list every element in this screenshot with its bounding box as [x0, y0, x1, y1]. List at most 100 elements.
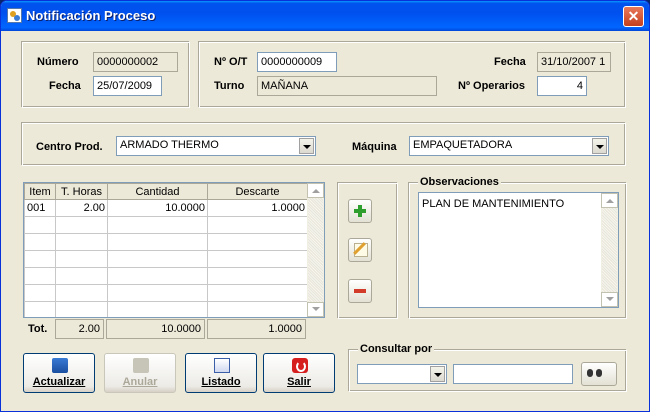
ot-field[interactable]: 0000000009	[257, 52, 337, 72]
col-horas[interactable]: T. Horas	[55, 183, 108, 200]
centro-label: Centro Prod.	[36, 141, 103, 153]
cell-horas[interactable]: 2.00	[55, 199, 108, 217]
client-area: Número 0000000002 Fecha 25/07/2009 Nº O/…	[4, 31, 646, 409]
anular-button: Anular	[104, 353, 176, 393]
scroll-up-icon[interactable]	[601, 193, 618, 208]
turno-field: MAÑANA	[257, 76, 437, 96]
table-cell[interactable]	[55, 233, 108, 251]
consultar-search-input[interactable]	[453, 364, 573, 384]
close-button[interactable]: ✕	[623, 6, 644, 27]
chevron-down-icon[interactable]	[430, 366, 445, 382]
grid-scrollbar[interactable]	[307, 183, 324, 317]
chevron-down-icon[interactable]	[592, 138, 607, 154]
cell-cantidad[interactable]: 10.0000	[107, 199, 208, 217]
salir-button[interactable]: Salir	[263, 353, 335, 393]
total-descarte: 1.0000	[207, 319, 306, 339]
table-cell[interactable]	[55, 284, 108, 302]
centro-value: ARMADO THERMO	[120, 139, 219, 151]
table-cell[interactable]	[24, 216, 56, 234]
col-cantidad[interactable]: Cantidad	[107, 183, 208, 200]
print-list-icon	[214, 358, 230, 373]
table-row[interactable]	[24, 250, 308, 268]
listado-label: Listado	[201, 376, 241, 388]
table-cell[interactable]	[107, 267, 208, 285]
table-row[interactable]	[24, 267, 308, 285]
chevron-down-icon[interactable]	[299, 138, 314, 154]
table-cell[interactable]	[207, 301, 308, 317]
table-cell[interactable]	[24, 267, 56, 285]
table-cell[interactable]	[24, 284, 56, 302]
cell-item[interactable]: 001	[24, 199, 56, 217]
table-cell[interactable]	[55, 216, 108, 234]
col-descarte[interactable]: Descarte	[207, 183, 308, 200]
table-cell[interactable]	[107, 284, 208, 302]
actualizar-label: Actualizar	[32, 376, 86, 388]
title-bar: Notificación Proceso ✕	[1, 1, 649, 31]
table-cell[interactable]	[107, 216, 208, 234]
table-cell[interactable]	[24, 233, 56, 251]
centro-combo[interactable]: ARMADO THERMO	[116, 136, 316, 156]
detalle-grid[interactable]: Item T. Horas Cantidad Descarte 001 2.00…	[23, 182, 325, 318]
salir-label: Salir	[287, 376, 311, 388]
fecha2-field: 31/10/2007 1	[537, 52, 611, 72]
table-row[interactable]	[24, 301, 308, 317]
table-cell[interactable]	[207, 284, 308, 302]
operarios-field[interactable]: 4	[537, 76, 587, 96]
observaciones-text: PLAN DE MANTENIMIENTO	[422, 198, 565, 210]
operarios-label: Nº Operarios	[458, 80, 525, 92]
cell-descarte[interactable]: 1.0000	[207, 199, 308, 217]
observaciones-textarea[interactable]: PLAN DE MANTENIMIENTO	[418, 192, 619, 308]
maquina-combo[interactable]: EMPAQUETADORA	[409, 136, 609, 156]
table-cell[interactable]	[207, 233, 308, 251]
search-binoculars-button[interactable]	[581, 362, 617, 386]
listado-button[interactable]: Listado	[185, 353, 257, 393]
scroll-down-icon[interactable]	[601, 292, 618, 307]
table-cell[interactable]	[107, 301, 208, 317]
fecha-label: Fecha	[49, 80, 81, 92]
delete-row-button[interactable]	[348, 279, 372, 303]
fecha-field[interactable]: 25/07/2009	[93, 76, 162, 96]
col-item[interactable]: Item	[24, 183, 56, 200]
numero-field: 0000000002	[93, 52, 178, 72]
edit-row-button[interactable]	[348, 238, 372, 262]
table-cell[interactable]	[55, 301, 108, 317]
table-row[interactable]: 001 2.00 10.0000 1.0000	[24, 199, 308, 217]
scroll-down-icon[interactable]	[307, 302, 324, 317]
observaciones-title: Observaciones	[418, 176, 501, 188]
table-row[interactable]	[24, 216, 308, 234]
scroll-track[interactable]	[602, 208, 617, 292]
window-title: Notificación Proceso	[26, 8, 156, 23]
table-cell[interactable]	[55, 250, 108, 268]
add-row-button[interactable]	[348, 199, 372, 223]
table-row[interactable]	[24, 284, 308, 302]
table-cell[interactable]	[55, 267, 108, 285]
consultar-title: Consultar por	[358, 343, 435, 355]
table-cell[interactable]	[24, 301, 56, 317]
anular-label: Anular	[122, 376, 158, 388]
notificacion-window: Notificación Proceso ✕ Número 0000000002…	[0, 0, 650, 412]
table-cell[interactable]	[24, 250, 56, 268]
annul-icon	[133, 358, 149, 373]
total-cantidad: 10.0000	[106, 319, 205, 339]
memo-scrollbar[interactable]	[601, 193, 618, 307]
table-cell[interactable]	[207, 267, 308, 285]
fecha2-label: Fecha	[494, 56, 526, 68]
table-cell[interactable]	[107, 250, 208, 268]
maquina-label: Máquina	[352, 141, 397, 153]
ot-label: Nº O/T	[214, 56, 248, 68]
table-row[interactable]	[24, 233, 308, 251]
numero-label: Número	[37, 56, 79, 68]
actualizar-button[interactable]: Actualizar	[23, 353, 95, 393]
scroll-track[interactable]	[308, 198, 323, 302]
turno-label: Turno	[214, 80, 245, 92]
update-icon	[52, 358, 68, 373]
detalle-table: Item T. Horas Cantidad Descarte 001 2.00…	[24, 183, 308, 317]
scroll-up-icon[interactable]	[307, 183, 324, 198]
table-cell[interactable]	[107, 233, 208, 251]
app-icon	[7, 8, 22, 23]
table-cell[interactable]	[207, 216, 308, 234]
header-row: Item T. Horas Cantidad Descarte	[24, 183, 308, 200]
consultar-combo[interactable]	[357, 364, 447, 384]
maquina-value: EMPAQUETADORA	[413, 139, 513, 151]
table-cell[interactable]	[207, 250, 308, 268]
